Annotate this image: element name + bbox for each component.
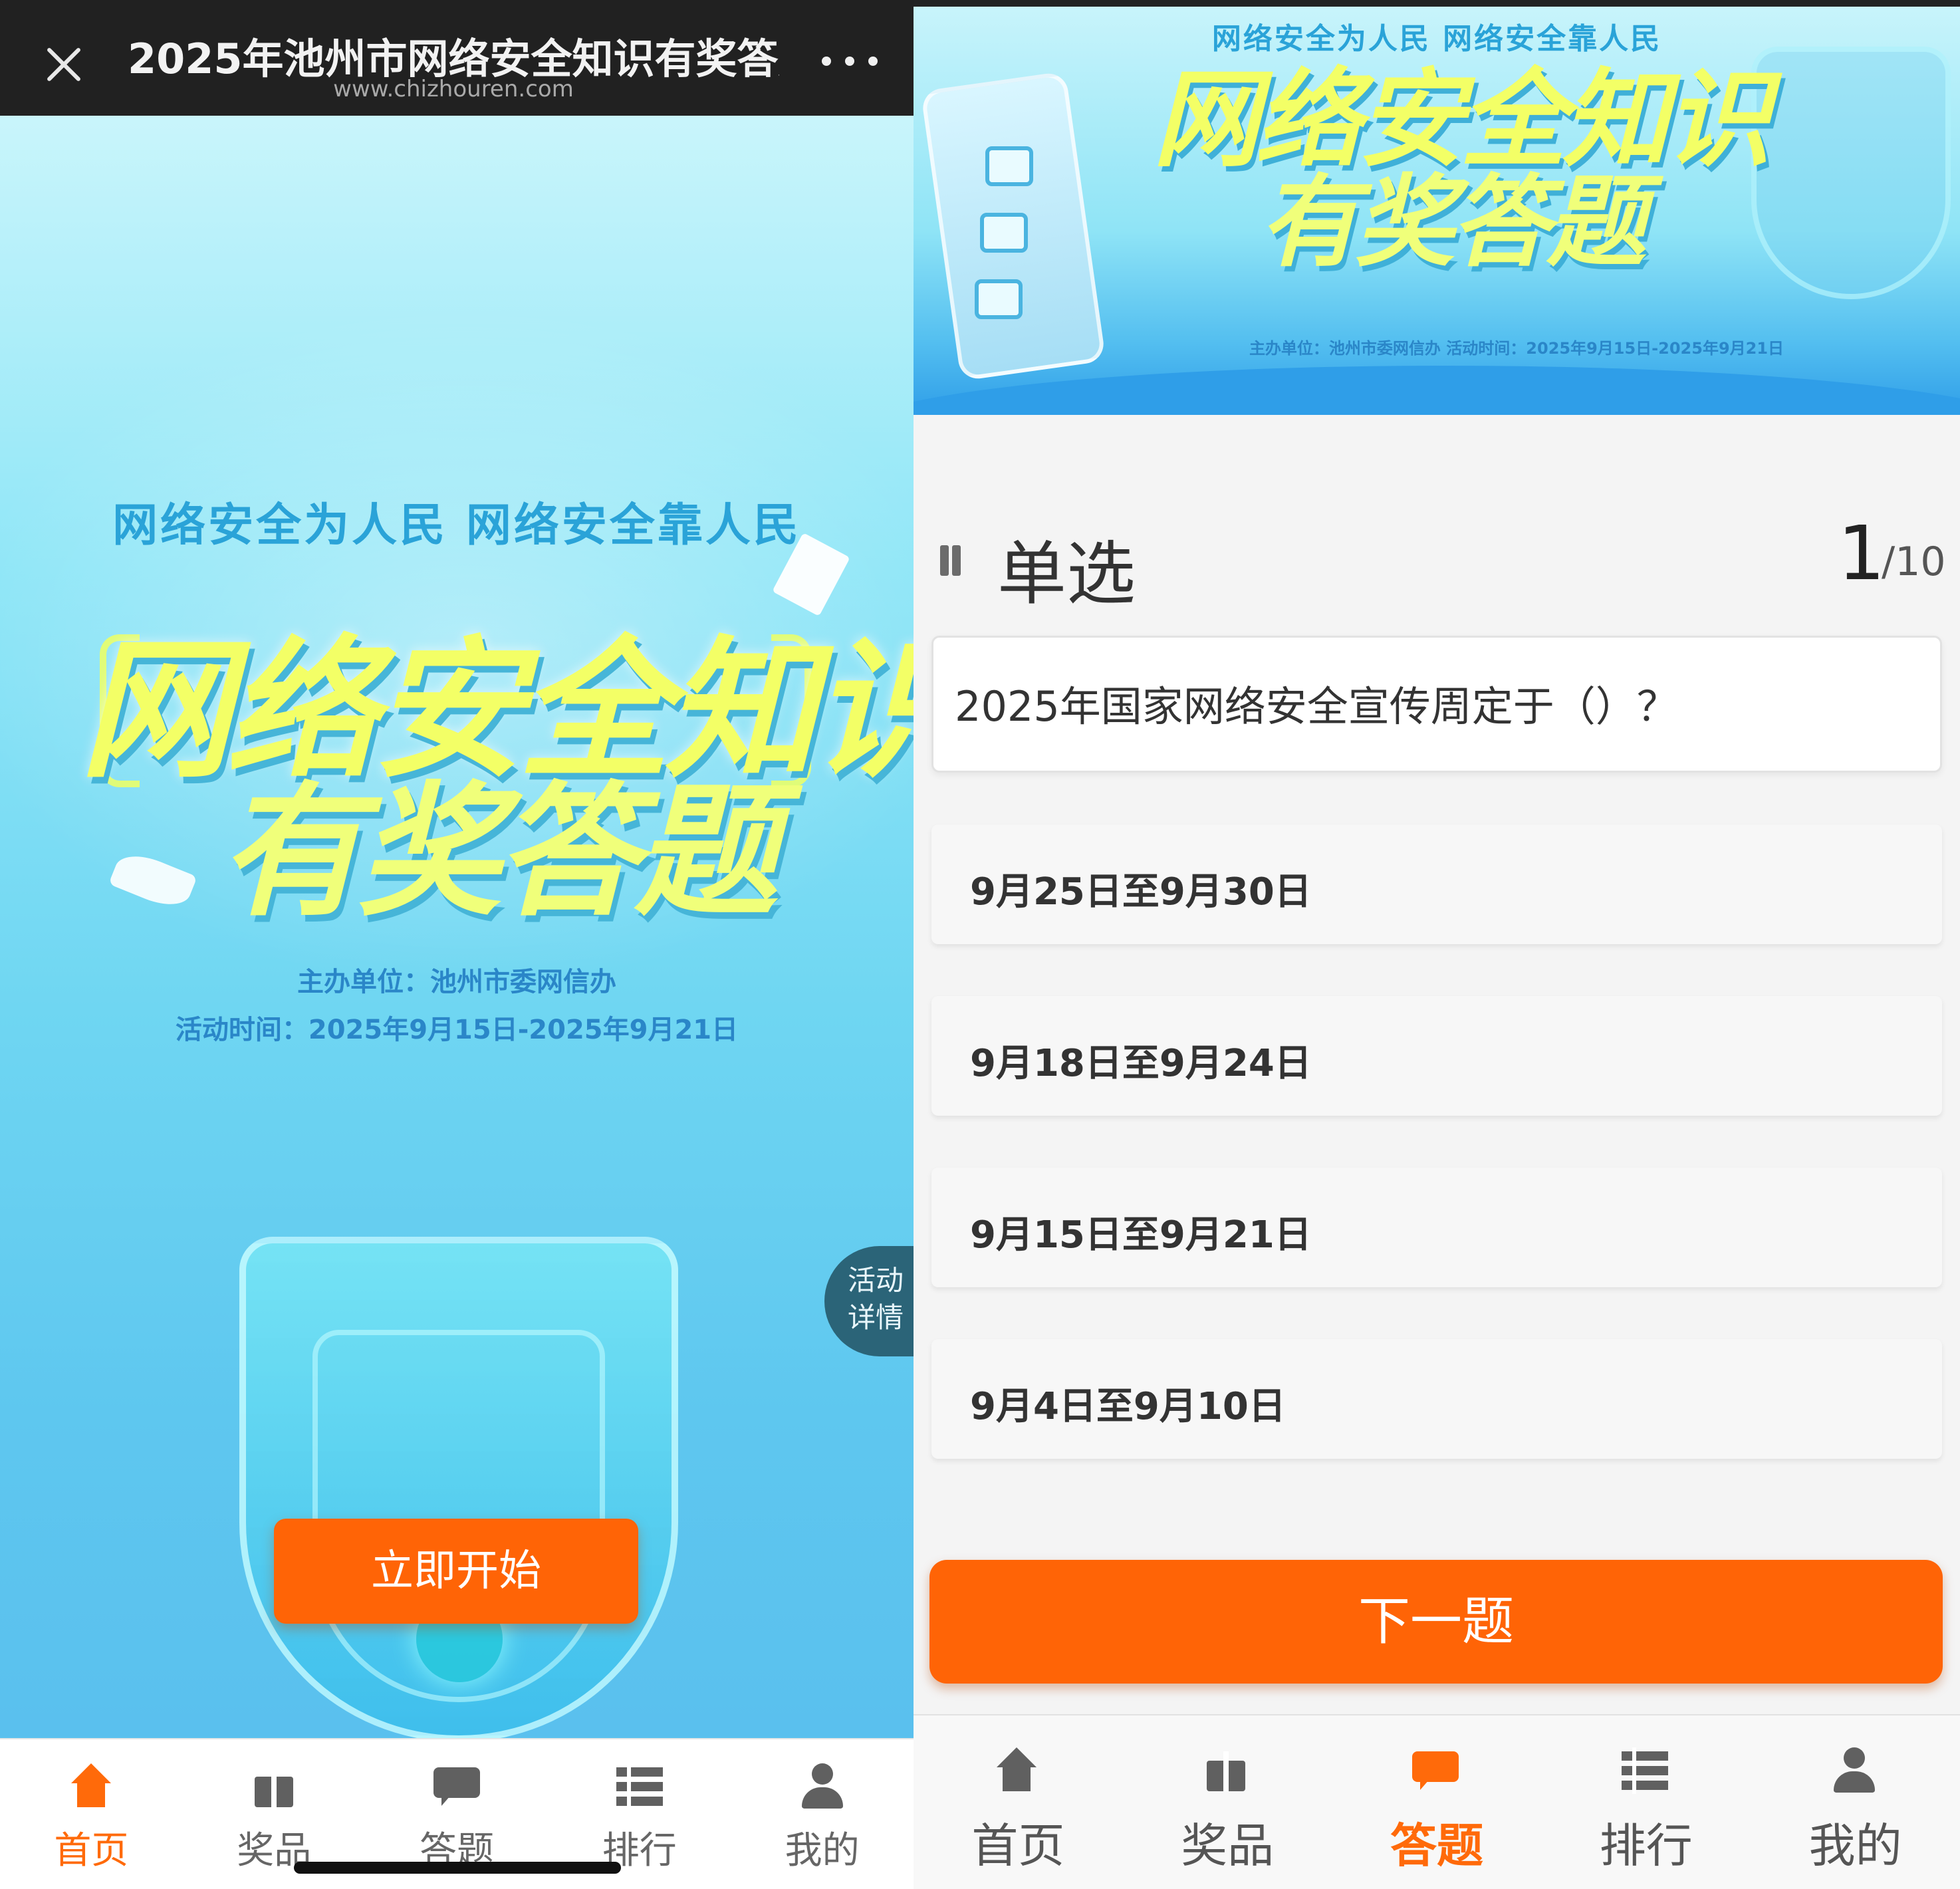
banner-info: 主办单位：池州市委网信办 活动时间：2025年9月15日-2025年9月21日 xyxy=(1249,339,1784,358)
home-icon xyxy=(68,1763,114,1810)
activity-tab-line1: 活动 xyxy=(847,1264,904,1297)
hero-slogan: 网络安全为人民 网络安全靠人民 xyxy=(112,499,801,552)
close-icon[interactable] xyxy=(39,39,89,89)
user-icon xyxy=(799,1763,846,1810)
tab-home[interactable]: 首页 xyxy=(0,1739,183,1889)
pause-icon[interactable] xyxy=(937,545,964,577)
home-indicator[interactable] xyxy=(294,1862,621,1874)
activity-tab-line2: 详情 xyxy=(847,1301,904,1334)
answer-option-a[interactable]: 9月25日至9月30日 xyxy=(931,824,1942,944)
quiz-banner: 网络安全为人民 网络安全靠人民 网络安全知识 有奖答题 主办单位：池州市委网信办… xyxy=(914,7,1960,415)
answer-option-d[interactable]: 9月4日至9月10日 xyxy=(931,1339,1942,1459)
tab-ranking[interactable]: 排行 xyxy=(1541,1715,1751,1889)
answer-option-b[interactable]: 9月18日至9月24日 xyxy=(931,996,1942,1116)
question-type: 单选 xyxy=(997,533,1136,614)
start-button[interactable]: 立即开始 xyxy=(274,1519,638,1624)
question-header: 单选 1 /10 xyxy=(914,505,1960,614)
banner-slogan: 网络安全为人民 网络安全靠人民 xyxy=(1211,22,1662,56)
tab-label: 首页 xyxy=(54,1829,129,1872)
banner-wave xyxy=(914,366,1960,415)
next-question-button[interactable]: 下一题 xyxy=(929,1560,1943,1684)
tab-label: 排行 xyxy=(1599,1819,1693,1873)
question-text: 2025年国家网络安全宣传周定于（）？ xyxy=(955,682,1678,731)
screenshot-root: 2025年池州市网络安全知识有奖答题 www.chizhouren.com 网络… xyxy=(0,0,1960,1889)
tab-quiz[interactable]: 答题 xyxy=(1332,1715,1542,1889)
bottom-tab-bar: 首页 奖品 答题 排行 我的 xyxy=(914,1714,1960,1889)
tab-mine[interactable]: 我的 xyxy=(1751,1715,1960,1889)
checkbox-decoration xyxy=(980,213,1028,253)
chat-icon xyxy=(433,1763,480,1810)
gift-icon xyxy=(251,1763,297,1810)
hero-period: 活动时间：2025年9月15日-2025年9月21日 xyxy=(175,1015,739,1045)
answer-option-c[interactable]: 9月15日至9月21日 xyxy=(931,1168,1942,1287)
more-menu-icon[interactable] xyxy=(822,48,878,74)
home-screen: 2025年池州市网络安全知识有奖答题 www.chizhouren.com 网络… xyxy=(0,0,914,1889)
tab-mine[interactable]: 我的 xyxy=(731,1739,914,1889)
banner-subtitle: 有奖答题 xyxy=(1259,165,1646,281)
gift-icon xyxy=(1203,1747,1252,1797)
question-number: 1 xyxy=(1838,511,1886,597)
tab-label: 我的 xyxy=(1808,1819,1902,1873)
tab-label: 答题 xyxy=(1390,1819,1483,1873)
home-icon xyxy=(993,1747,1042,1797)
option-label: 9月4日至9月10日 xyxy=(970,1385,1286,1428)
tab-label: 首页 xyxy=(971,1819,1065,1873)
list-icon xyxy=(1621,1747,1671,1797)
chat-icon xyxy=(1411,1747,1461,1797)
list-icon xyxy=(616,1763,663,1810)
tab-home[interactable]: 首页 xyxy=(914,1715,1123,1889)
checkbox-decoration xyxy=(985,146,1033,186)
checkbox-decoration xyxy=(975,279,1023,319)
status-strip xyxy=(914,0,1960,7)
quiz-screen: 网络安全为人民 网络安全靠人民 网络安全知识 有奖答题 主办单位：池州市委网信办… xyxy=(914,0,1960,1889)
question-total: /10 xyxy=(1882,539,1946,585)
page-title: 2025年池州市网络安全知识有奖答题 xyxy=(128,35,779,78)
option-label: 9月15日至9月21日 xyxy=(970,1213,1312,1257)
hero-subtitle: 有奖答题 xyxy=(219,769,778,936)
page-url: www.chizhouren.com xyxy=(333,76,574,102)
tab-label: 奖品 xyxy=(1181,1819,1275,1873)
hero-organizer: 主办单位：池州市委网信办 xyxy=(297,967,616,997)
tab-label: 我的 xyxy=(785,1829,860,1872)
browser-topbar: 2025年池州市网络安全知识有奖答题 www.chizhouren.com xyxy=(0,0,914,116)
option-label: 9月18日至9月24日 xyxy=(970,1042,1312,1085)
tab-prizes[interactable]: 奖品 xyxy=(1123,1715,1332,1889)
option-label: 9月25日至9月30日 xyxy=(970,870,1312,914)
user-icon xyxy=(1831,1747,1880,1797)
